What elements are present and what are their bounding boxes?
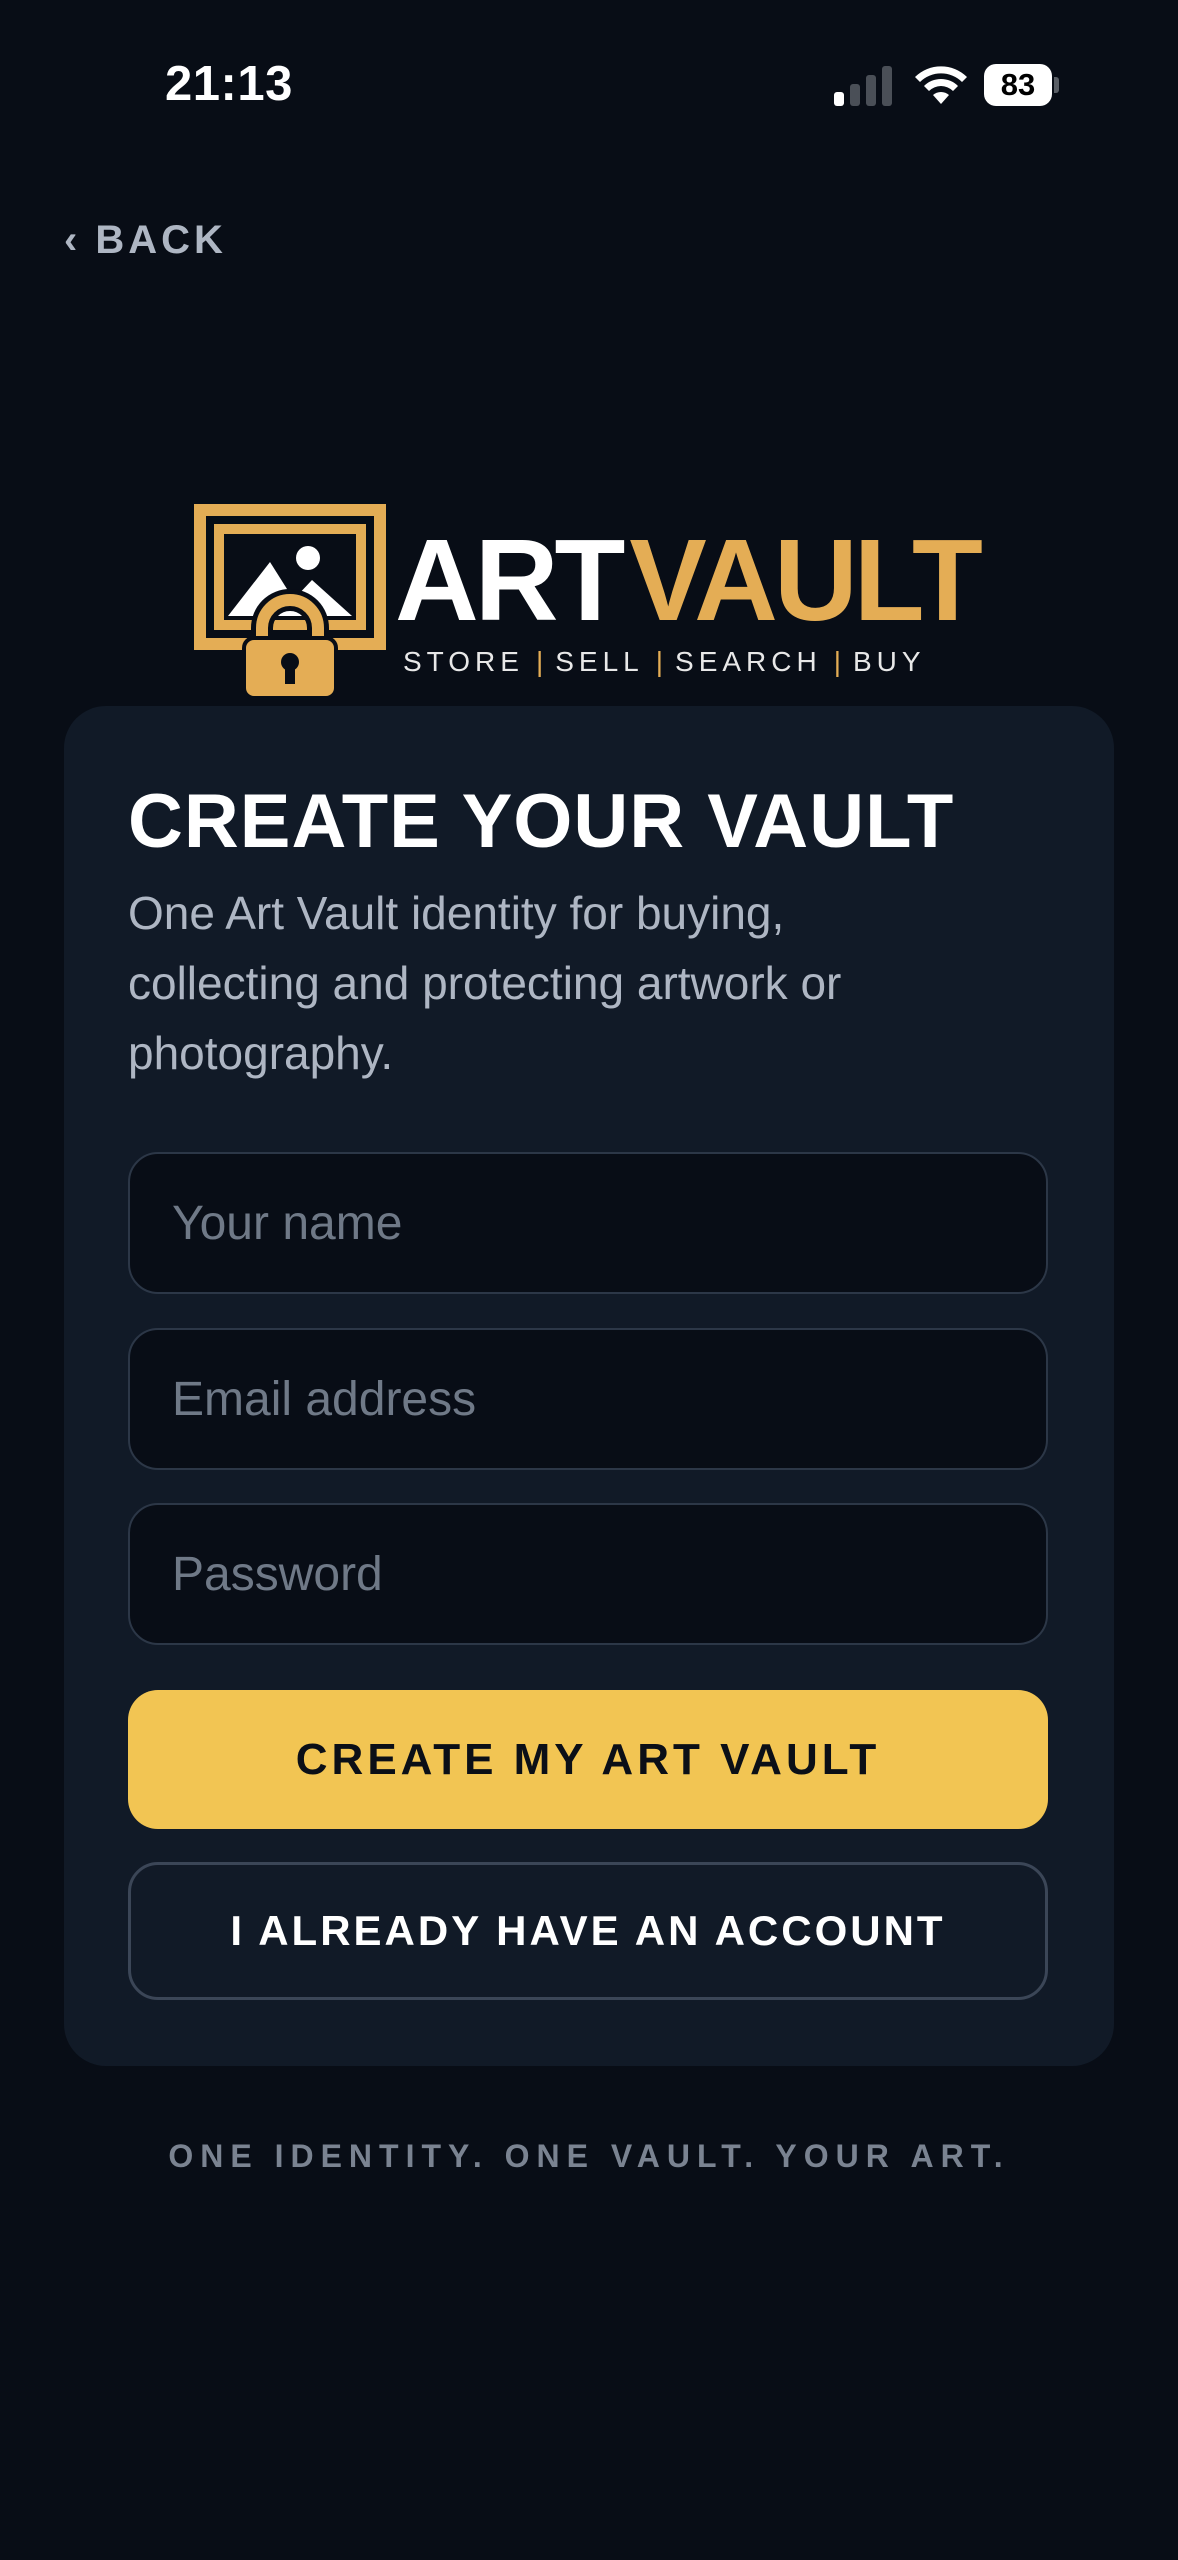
tagline-separator: | — [535, 646, 544, 677]
tagline-separator: | — [655, 646, 664, 677]
wifi-icon — [915, 66, 967, 104]
create-vault-button[interactable]: CREATE MY ART VAULT — [128, 1690, 1048, 1829]
battery-icon: 83 — [984, 64, 1060, 106]
chevron-left-icon: ‹ — [64, 217, 78, 262]
art-vault-logo: ARTVAULT STORE | SELL | SEARCH | BUY — [190, 500, 990, 700]
name-field[interactable] — [128, 1152, 1048, 1294]
logo-tagline: STORE | SELL | SEARCH | BUY — [403, 646, 926, 678]
status-time: 21:13 — [165, 57, 293, 111]
logo-tagline-item: STORE — [403, 646, 524, 677]
tagline-separator: | — [833, 646, 841, 677]
framed-picture-lock-icon — [194, 504, 386, 700]
email-input[interactable] — [130, 1330, 1046, 1468]
back-label: BACK — [95, 217, 227, 262]
existing-account-button[interactable]: I ALREADY HAVE AN ACCOUNT — [128, 1862, 1048, 2000]
name-input[interactable] — [130, 1154, 1046, 1292]
logo-word-vault: VAULT — [629, 515, 982, 645]
status-bar: 21:13 83 — [0, 0, 1178, 170]
page-subtitle: One Art Vault identity for buying, colle… — [128, 887, 842, 1079]
logo-tagline-item: SELL — [555, 646, 644, 677]
logo-tagline-item: BUY — [853, 646, 926, 677]
back-button[interactable]: ‹ BACK — [64, 212, 227, 268]
page-title: CREATE YOUR VAULT — [128, 779, 955, 864]
battery-level: 83 — [984, 64, 1052, 106]
battery-cap — [1054, 77, 1059, 93]
password-field[interactable] — [128, 1503, 1048, 1645]
logo-wordmark: ARTVAULT — [395, 520, 983, 640]
cellular-signal-icon — [834, 66, 892, 106]
create-account-card: CREATE YOUR VAULT One Art Vault identity… — [64, 706, 1114, 2066]
logo-word-art: ART — [395, 515, 625, 645]
email-field[interactable] — [128, 1328, 1048, 1470]
footer-tagline: ONE IDENTITY. ONE VAULT. YOUR ART. — [168, 2138, 1010, 2174]
password-input[interactable] — [130, 1505, 1046, 1643]
logo-tagline-item: SEARCH — [675, 646, 822, 677]
